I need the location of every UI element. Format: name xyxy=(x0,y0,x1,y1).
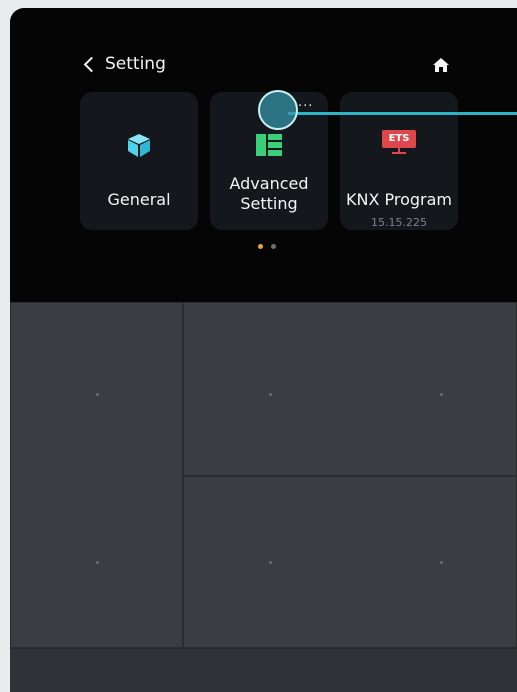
panel-indicator-dot xyxy=(269,393,272,396)
home-icon[interactable] xyxy=(432,56,450,74)
page-dot-2[interactable] xyxy=(271,244,276,249)
tile-general-label: General xyxy=(107,190,171,209)
panel-indicator-dot xyxy=(96,393,99,396)
tile-knx-subtitle: 15.15.225 xyxy=(371,216,427,229)
ets-badge: ETS xyxy=(382,130,416,148)
layout-grid-icon xyxy=(256,134,282,156)
button-panel-bottom-right[interactable] xyxy=(183,476,517,648)
panel-indicator-dot xyxy=(96,561,99,564)
cube-icon xyxy=(128,134,150,157)
page-dot-1[interactable] xyxy=(258,244,263,249)
button-panel-top-right[interactable] xyxy=(183,302,517,476)
tile-knx-label: KNX Program xyxy=(345,190,452,209)
touch-screen: Setting General Advanced Setting ETS KNX… xyxy=(10,8,517,302)
panel-indicator-dot xyxy=(440,561,443,564)
back-button[interactable]: Setting xyxy=(83,54,166,74)
callout-ellipsis: ··· xyxy=(298,99,314,114)
panel-indicator-dot xyxy=(269,561,272,564)
device-frame: Setting General Advanced Setting ETS KNX… xyxy=(10,8,517,692)
button-panel-left[interactable] xyxy=(10,302,183,648)
tile-advanced-label: Advanced Setting xyxy=(229,174,309,213)
page-indicator xyxy=(258,244,276,249)
panel-indicator-dot xyxy=(440,393,443,396)
tile-general[interactable]: General xyxy=(80,92,198,230)
callout-marker xyxy=(258,90,298,130)
callout-line xyxy=(288,112,517,115)
device-bottom-bezel xyxy=(10,648,517,692)
back-label: Setting xyxy=(105,54,166,74)
chevron-left-icon xyxy=(83,56,100,73)
ets-monitor-icon: ETS xyxy=(382,130,416,156)
